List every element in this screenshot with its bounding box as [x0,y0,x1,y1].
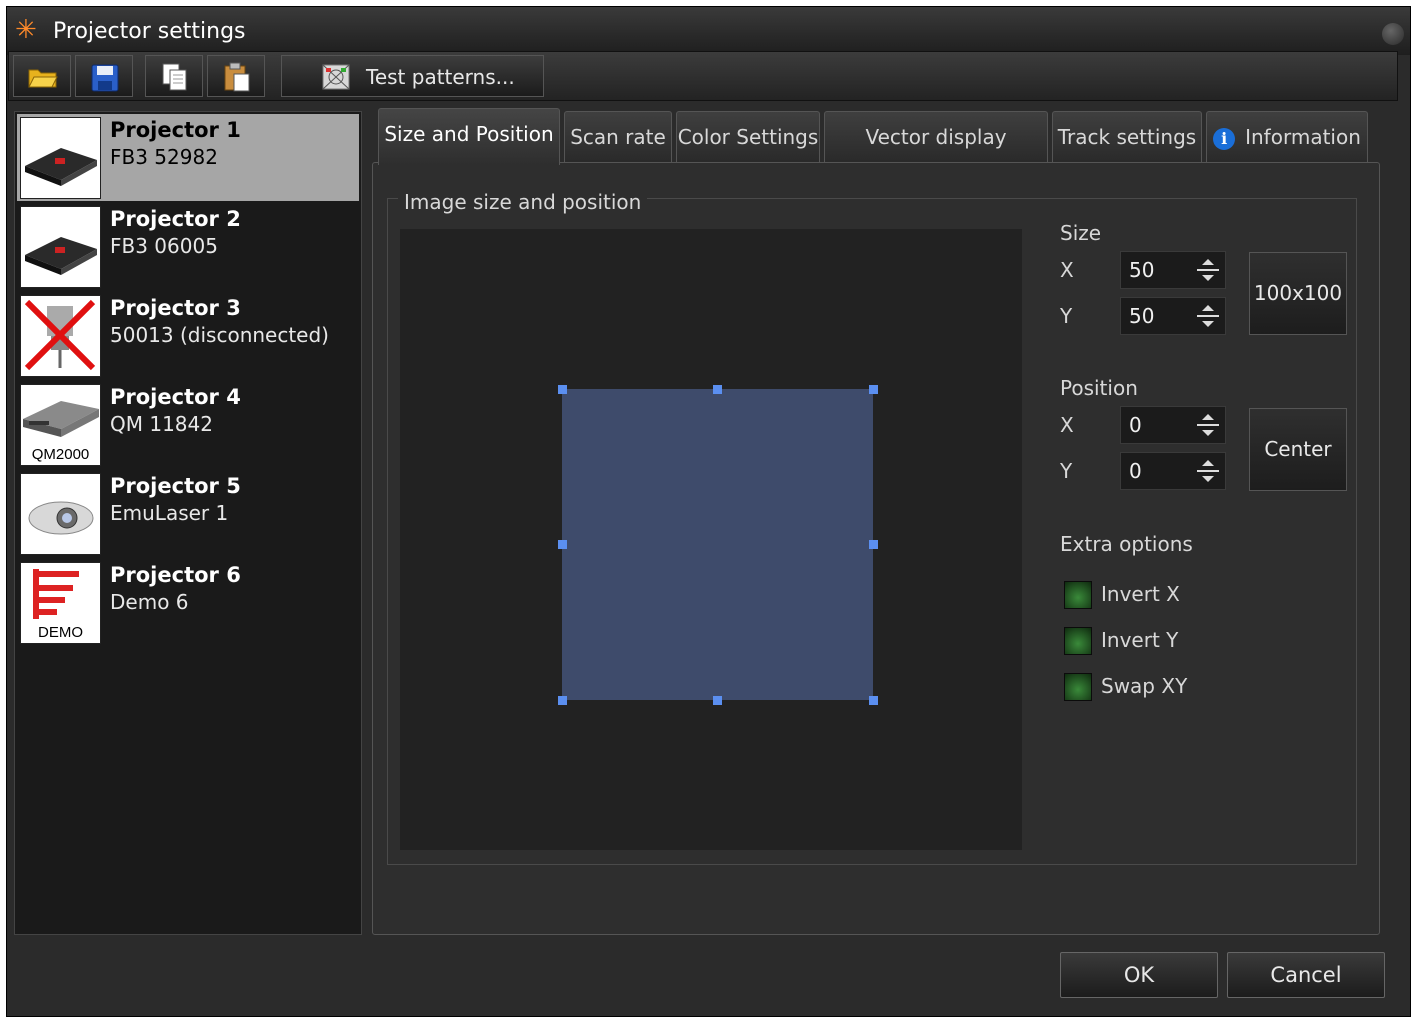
group-title: Image size and position [398,190,648,214]
projector-name: Projector 3 [110,296,241,320]
position-x-value: 0 [1129,413,1142,437]
position-y-label: Y [1060,459,1073,483]
projector-name: Projector 1 [110,118,241,142]
save-button[interactable] [75,55,133,97]
projector-desc: QM 11842 [110,412,213,436]
resize-handle[interactable] [713,385,722,394]
disconnected-device-icon [20,295,101,377]
open-folder-icon [28,69,58,88]
position-y-stepper[interactable]: 0 [1120,452,1226,490]
position-y-value: 0 [1129,459,1142,483]
laser-device-icon [20,117,101,199]
invert-x-checkbox[interactable] [1064,581,1092,609]
invert-y-checkbox[interactable] [1064,627,1092,655]
tab-label: Track settings [1057,125,1197,149]
tab-label: Size and Position [384,122,554,146]
invert-x-label: Invert X [1101,582,1180,606]
projector-item-4[interactable]: QM2000 Projector 4 QM 11842 [17,381,359,468]
test-patterns-button[interactable]: Test patterns... [281,55,544,97]
open-button[interactable] [13,55,71,97]
tab-color-settings[interactable]: Color Settings [676,111,820,162]
spin-arrows-icon[interactable] [1195,409,1221,441]
projector-desc: 50013 (disconnected) [110,323,329,347]
starburst-icon: ✳ [15,15,37,45]
swap-xy-label: Swap XY [1101,674,1188,698]
save-disk-icon [91,64,119,92]
tab-label: Scan rate [570,125,666,149]
resize-handle[interactable] [869,696,878,705]
tab-size-and-position[interactable]: Size and Position [378,108,560,165]
size-x-value: 50 [1129,258,1155,282]
test-patterns-label: Test patterns... [366,65,515,89]
size-y-value: 50 [1129,304,1155,328]
size-100x100-button[interactable]: 100x100 [1249,252,1347,335]
size-y-label: Y [1060,304,1073,328]
projector-list[interactable]: Projector 1 FB3 52982 Projector 2 FB3 06… [14,111,362,935]
spin-arrows-icon[interactable] [1195,300,1221,332]
projector-item-1[interactable]: Projector 1 FB3 52982 [17,114,359,201]
projector-item-6[interactable]: DEMO Projector 6 Demo 6 [17,559,359,646]
thumb-label: DEMO [38,624,83,641]
resize-handle[interactable] [869,385,878,394]
projector-name: Projector 2 [110,207,241,231]
tab-vector-display-settings[interactable]: Vector display settings [824,111,1048,199]
position-label: Position [1060,376,1138,400]
qm2000-device-icon: QM2000 [20,384,101,466]
size-x-stepper[interactable]: 50 [1120,251,1226,289]
projector-desc: FB3 06005 [110,234,218,258]
image-area-rect[interactable] [562,389,873,700]
tab-label: Color Settings [677,125,819,149]
title-bar: ✳ Projector settings [7,7,1410,55]
position-x-stepper[interactable]: 0 [1120,406,1226,444]
thumb-label: QM2000 [31,446,90,463]
toolbar: Test patterns... [8,51,1398,101]
size-label: Size [1060,221,1102,245]
tab-information[interactable]: i Information [1206,111,1368,162]
paste-button[interactable] [207,55,265,97]
projector-name: Projector 5 [110,474,241,498]
center-button[interactable]: Center [1249,408,1347,491]
position-x-label: X [1060,413,1074,437]
info-icon: i [1213,127,1236,150]
laser-device-icon [20,206,101,288]
projector-desc: EmuLaser 1 [110,501,229,525]
size-y-stepper[interactable]: 50 [1120,297,1226,335]
tab-label: Information [1245,125,1361,149]
resize-handle[interactable] [558,540,567,549]
projector-item-5[interactable]: Projector 5 EmuLaser 1 [17,470,359,557]
spin-arrows-icon[interactable] [1195,455,1221,487]
extra-options-label: Extra options [1060,532,1193,556]
cancel-button[interactable]: Cancel [1227,952,1385,998]
projector-desc: Demo 6 [110,590,189,614]
demo-device-icon: DEMO [20,562,101,644]
projector-item-2[interactable]: Projector 2 FB3 06005 [17,203,359,290]
resize-handle[interactable] [558,696,567,705]
window-menu-button[interactable] [1382,23,1404,45]
projector-name: Projector 4 [110,385,241,409]
tab-scan-rate[interactable]: Scan rate [564,111,672,162]
resize-handle[interactable] [869,540,878,549]
projector-desc: FB3 52982 [110,145,218,169]
paste-clipboard-icon [224,62,250,92]
copy-icon [162,63,187,91]
image-preview[interactable] [400,229,1022,850]
projector-item-3[interactable]: Projector 3 50013 (disconnected) [17,292,359,379]
tab-track-settings[interactable]: Track settings [1052,111,1202,162]
spin-arrows-icon[interactable] [1195,254,1221,286]
projector-name: Projector 6 [110,563,241,587]
invert-y-label: Invert Y [1101,628,1179,652]
swap-xy-checkbox[interactable] [1064,673,1092,701]
copy-button[interactable] [145,55,203,97]
resize-handle[interactable] [713,696,722,705]
resize-handle[interactable] [558,385,567,394]
test-pattern-icon [322,64,350,90]
size-x-label: X [1060,258,1074,282]
window-title: Projector settings [53,19,246,44]
ok-button[interactable]: OK [1060,952,1218,998]
video-projector-icon [20,473,101,555]
